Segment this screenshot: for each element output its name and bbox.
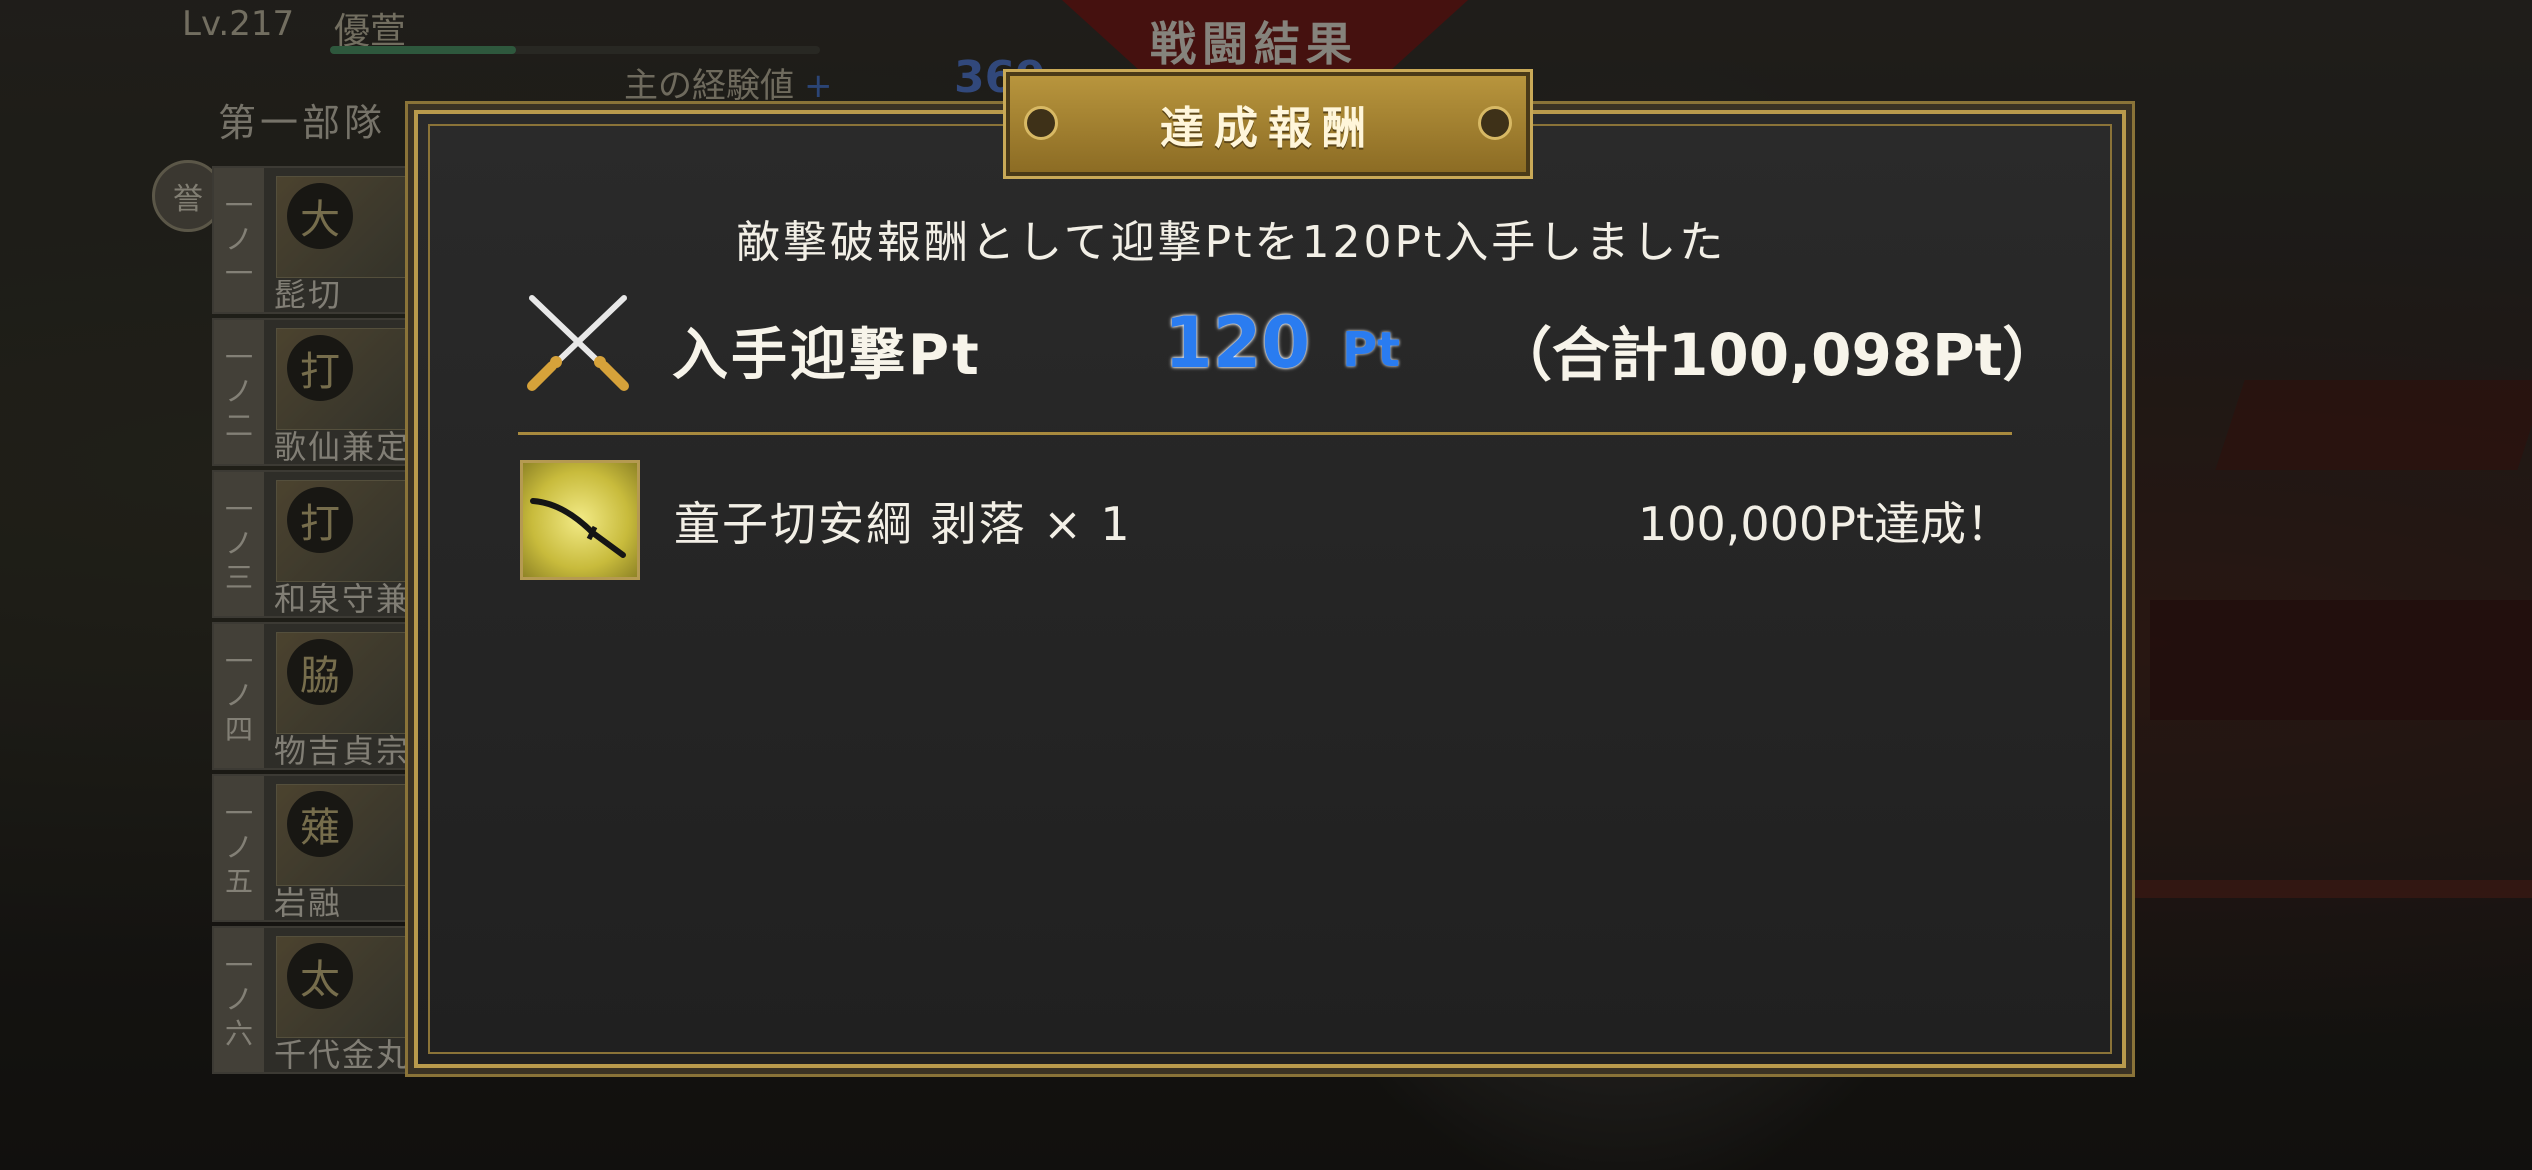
stud-icon <box>1478 106 1512 140</box>
stud-icon <box>1024 106 1058 140</box>
divider <box>518 432 2012 435</box>
crossed-swords-icon <box>527 295 629 391</box>
gain-label: 入手迎撃Pt <box>672 323 982 388</box>
sword-item-icon <box>520 460 640 580</box>
dialog-title-plate: 達成報酬 <box>1006 72 1530 176</box>
reward-achievement: 100,000Pt達成！ <box>1638 497 2012 551</box>
gain-unit: Pt <box>1342 322 1401 378</box>
dialog-title: 達成報酬 <box>1160 103 1376 154</box>
reward-message: 敵撃破報酬として迎撃Ptを120Pt入手しました <box>736 217 1727 268</box>
total-points: （合計100,098Pt） <box>1494 321 2061 389</box>
gain-value: 120 <box>1164 302 1311 384</box>
reward-item-name: 童子切安綱 剥落 × 1 <box>674 497 1132 551</box>
